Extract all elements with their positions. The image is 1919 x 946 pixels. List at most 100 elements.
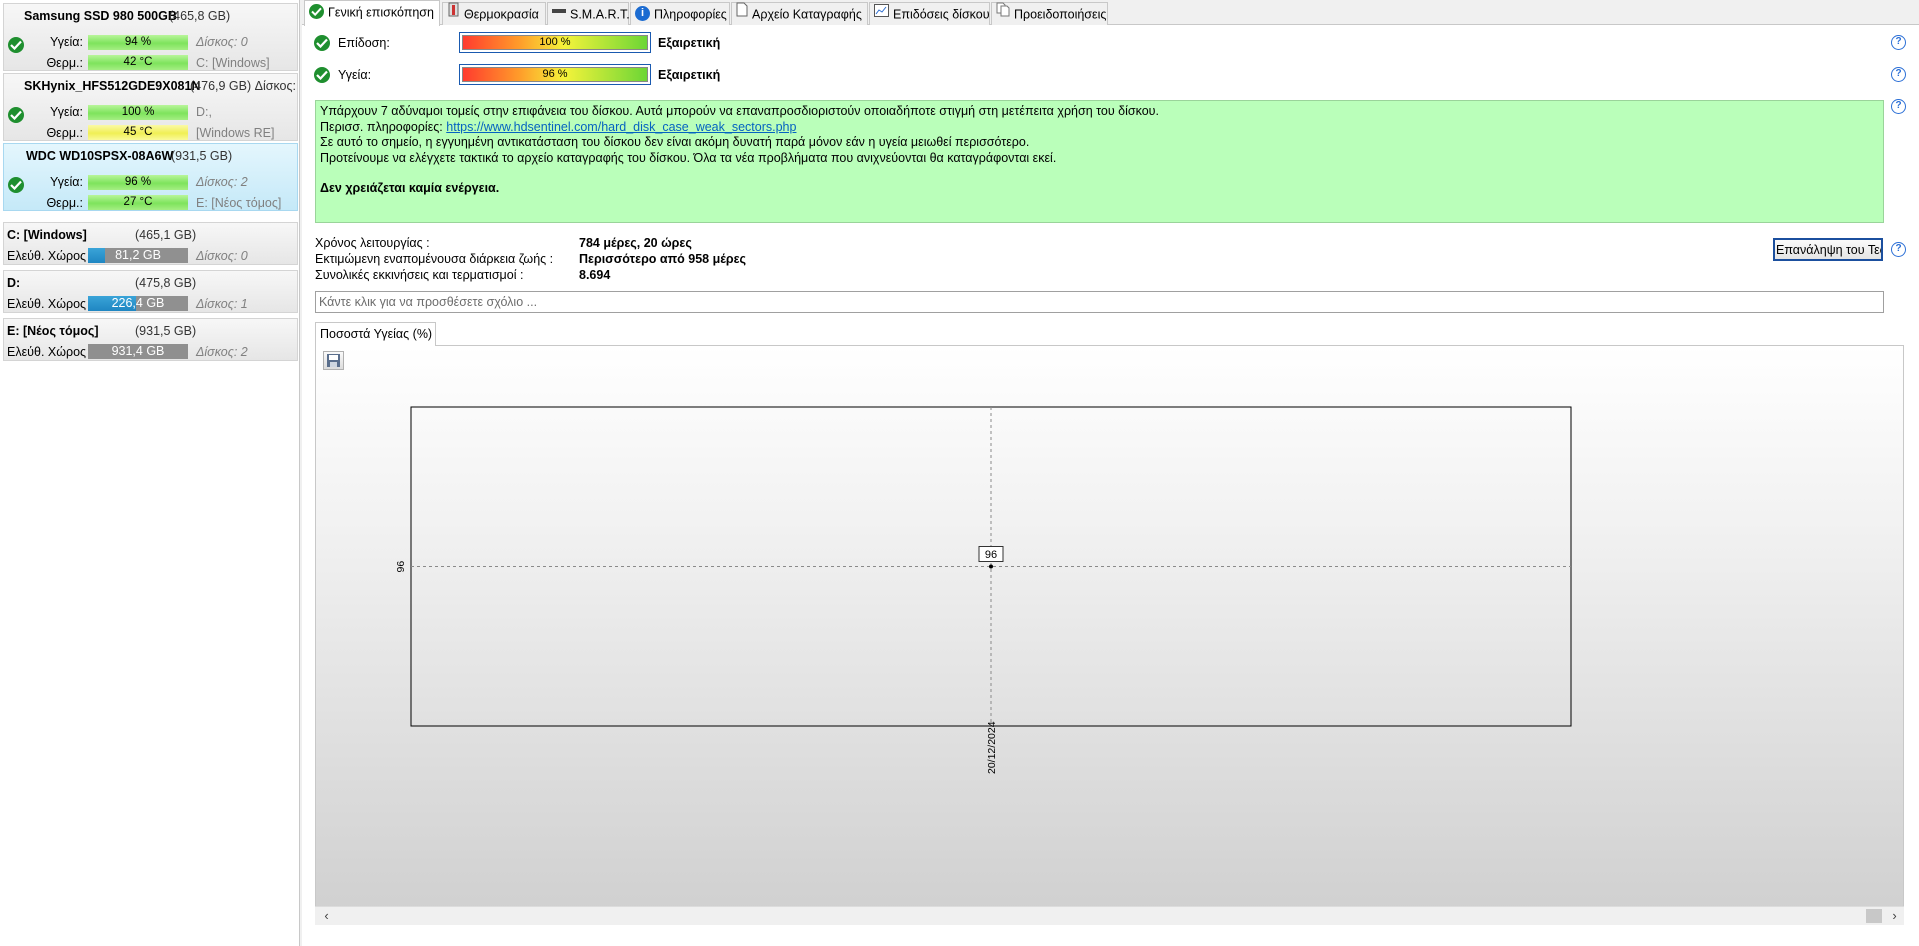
temperature-label: Θερμ.:	[46, 196, 83, 210]
volume-disk: Δίσκος: 1	[196, 297, 248, 311]
disk-volume: [Windows RE]	[196, 126, 275, 140]
health-bar: 94 %	[88, 35, 188, 50]
volume-item-d[interactable]: D: (475,8 GB) Ελεύθ. Χώρος 226,4 GB Δίσκ…	[3, 270, 298, 313]
disk-item-samsung[interactable]: Samsung SSD 980 500GB (465,8 GB) Υγεία: …	[3, 3, 298, 71]
performance-rating: Εξαιρετική	[658, 36, 721, 50]
free-space-label: Ελεύθ. Χώρος	[7, 345, 87, 359]
disk-item-wdc[interactable]: WDC WD10SPSX-08A6W (931,5 GB) Υγεία: 96 …	[3, 143, 298, 211]
smart-icon	[552, 2, 566, 24]
health-rating: Εξαιρετική	[658, 68, 721, 82]
data-point	[989, 564, 993, 569]
temperature-label: Θερμ.:	[46, 56, 83, 70]
check-icon	[309, 3, 324, 19]
free-space-value: 931,4 GB	[111, 344, 165, 358]
chart-canvas: 20/12/2024 96 96	[395, 406, 1572, 774]
free-space-value: 226,4 GB	[111, 296, 165, 310]
disk-number: Δίσκος: 0	[196, 35, 248, 49]
check-icon	[314, 67, 330, 83]
health-label: Υγεία:	[49, 35, 83, 49]
message-line: Περισσ. πληροφορίες: https://www.hdsenti…	[320, 120, 1879, 136]
disk-size: (465,8 GB)	[169, 9, 231, 23]
tab-label: Θερμοκρασία	[464, 7, 539, 22]
volume-item-e[interactable]: E: [Νέος τόμος] (931,5 GB) Ελεύθ. Χώρος …	[3, 318, 298, 361]
disk-volume: E: [Νέος τόμος]	[196, 196, 282, 210]
chart-marks: 96	[978, 546, 1004, 569]
disk-size: (476,9 GB) Δίσκος: 1	[190, 79, 300, 93]
free-space-bar: 81,2 GB	[88, 248, 188, 263]
thermometer-icon	[447, 2, 460, 24]
message-action: Δεν χρειάζεται καμία ενέργεια.	[320, 181, 500, 195]
temperature-bar: 42 °C	[88, 55, 188, 70]
uptime-label: Χρόνος λειτουργίας :	[315, 236, 430, 250]
tab-label: Γενική επισκόπηση	[328, 5, 434, 20]
chart-grid: 20/12/2024 96	[395, 407, 1571, 774]
documents-icon	[996, 2, 1010, 24]
message-line: Σε αυτό το σημείο, η εγγυημένη αντικατάσ…	[320, 135, 1030, 149]
disk-item-skhynix[interactable]: SKHynix_HFS512GDE9X081N (476,9 GB) Δίσκο…	[3, 73, 300, 141]
tab-health-chart[interactable]: Ποσοστά Υγείας (%)	[315, 322, 436, 346]
more-info-label: Περισσ. πληροφορίες:	[320, 119, 443, 134]
tab-alerts[interactable]: Προειδοποιήσεις	[991, 2, 1108, 25]
health-bar: 96 %	[88, 175, 188, 190]
comment-input[interactable]: Κάντε κλικ για να προσθέσετε σχόλιο ...	[315, 291, 1884, 313]
more-info-link[interactable]: https://www.hdsentinel.com/hard_disk_cas…	[446, 120, 796, 134]
check-icon	[8, 37, 24, 53]
message-line: Υπάρχουν 7 αδύναμοι τομείς στην επιφάνει…	[320, 104, 1159, 118]
tab-label: S.M.A.R.T.	[570, 7, 630, 22]
tab-performance[interactable]: Επιδόσεις δίσκου	[869, 2, 990, 25]
volume-disk: Δίσκος: 0	[196, 249, 248, 263]
y-tick-label: 96	[395, 561, 407, 573]
tab-log[interactable]: Αρχείο Καταγραφής	[731, 2, 868, 25]
temperature-label: Θερμ.:	[46, 126, 83, 140]
help-icon[interactable]: ?	[1891, 99, 1906, 114]
disk-name: WDC WD10SPSX-08A6W	[26, 149, 174, 163]
health-label: Υγεία:	[49, 105, 83, 119]
performance-label: Επίδοση:	[338, 36, 390, 50]
check-icon	[8, 177, 24, 193]
health-label: Υγεία:	[49, 175, 83, 189]
tab-bar: Γενική επισκόπηση Θερμοκρασία S.M.A.R.T.…	[302, 0, 1919, 26]
check-icon	[8, 107, 24, 123]
scroll-thumb[interactable]	[1866, 909, 1882, 923]
tab-information[interactable]: i Πληροφορίες	[630, 2, 730, 25]
startstop-value: 8.694	[579, 268, 611, 282]
disk-name: Samsung SSD 980 500GB	[24, 9, 177, 23]
info-icon: i	[635, 5, 650, 21]
disk-number: D:,	[196, 105, 212, 119]
tab-smart[interactable]: S.M.A.R.T.	[547, 2, 630, 25]
scroll-right-icon[interactable]: ›	[1886, 907, 1903, 925]
chart-icon	[874, 2, 889, 24]
lifetime-value: Περισσότερο από 958 μέρες	[579, 252, 747, 266]
disk-volume: C: [Windows]	[196, 56, 270, 70]
volume-name: D:	[7, 276, 21, 290]
tab-temperature[interactable]: Θερμοκρασία	[442, 2, 546, 25]
volume-size: (931,5 GB)	[135, 324, 197, 338]
free-space-bar: 931,4 GB	[88, 344, 188, 359]
volume-item-c[interactable]: C: [Windows] (465,1 GB) Ελεύθ. Χώρος 81,…	[3, 222, 298, 265]
save-icon[interactable]	[323, 351, 344, 370]
disk-size: (931,5 GB)	[171, 149, 233, 163]
help-icon[interactable]: ?	[1891, 242, 1906, 257]
horizontal-scrollbar[interactable]: ‹ ›	[315, 906, 1904, 925]
tab-label: Προειδοποιήσεις	[1014, 7, 1107, 22]
free-space-label: Ελεύθ. Χώρος	[7, 249, 87, 263]
help-icon[interactable]: ?	[1891, 67, 1906, 82]
repeat-test-button[interactable]: Επανάληψη του Τεστ	[1773, 238, 1883, 261]
disk-name: SKHynix_HFS512GDE9X081N	[24, 79, 201, 93]
health-value: 96 %	[542, 68, 568, 80]
tab-overview[interactable]: Γενική επισκόπηση	[304, 0, 440, 26]
volume-size: (465,1 GB)	[135, 228, 197, 242]
x-tick-label: 20/12/2024	[986, 721, 998, 774]
help-icon[interactable]: ?	[1891, 35, 1906, 50]
temperature-bar: 27 °C	[88, 195, 188, 210]
volume-size: (475,8 GB)	[135, 276, 197, 290]
tab-label: Αρχείο Καταγραφής	[752, 7, 862, 22]
free-space-label: Ελεύθ. Χώρος	[7, 297, 87, 311]
main-panel: Γενική επισκόπηση Θερμοκρασία S.M.A.R.T.…	[302, 0, 1919, 946]
tab-label: Πληροφορίες	[654, 7, 727, 22]
volume-name: E: [Νέος τόμος]	[7, 324, 99, 338]
check-icon	[314, 35, 330, 51]
scroll-left-icon[interactable]: ‹	[318, 907, 335, 925]
startstop-label: Συνολικές εκκινήσεις και τερματισμοί :	[315, 268, 524, 282]
data-label: 96	[985, 549, 997, 561]
